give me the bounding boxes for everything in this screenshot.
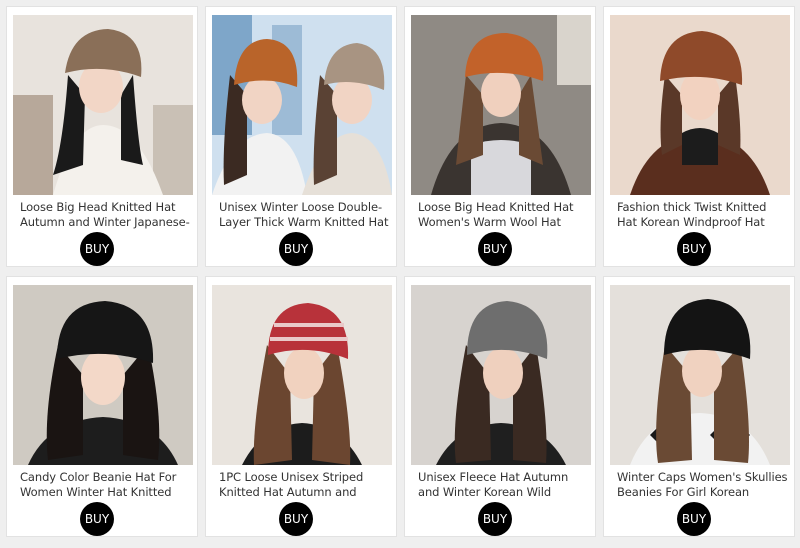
product-image[interactable] <box>212 285 392 465</box>
buy-button[interactable]: BUY <box>80 502 114 536</box>
product-title[interactable]: Candy Color Beanie Hat For Women Winter … <box>20 470 192 500</box>
buy-button[interactable]: BUY <box>478 502 512 536</box>
product-title[interactable]: Unisex Winter Loose Double-Layer Thick W… <box>219 200 391 230</box>
product-title[interactable]: 1PC Loose Unisex Striped Knitted Hat Aut… <box>219 470 391 500</box>
product-card[interactable]: 1PC Loose Unisex Striped Knitted Hat Aut… <box>205 276 397 537</box>
buy-button[interactable]: BUY <box>478 232 512 266</box>
product-card[interactable]: Winter Caps Women's Skullies Beanies For… <box>603 276 795 537</box>
buy-button[interactable]: BUY <box>279 232 313 266</box>
product-image[interactable] <box>610 285 790 465</box>
product-card[interactable]: Unisex Winter Loose Double-Layer Thick W… <box>205 6 397 267</box>
product-image[interactable] <box>411 285 591 465</box>
buy-button[interactable]: BUY <box>677 502 711 536</box>
product-image[interactable] <box>411 15 591 195</box>
product-grid: Loose Big Head Knitted Hat Autumn and Wi… <box>0 0 800 548</box>
product-image[interactable] <box>610 15 790 195</box>
product-image[interactable] <box>13 15 193 195</box>
product-title[interactable]: Unisex Fleece Hat Autumn and Winter Kore… <box>418 470 590 500</box>
product-card[interactable]: Loose Big Head Knitted Hat Autumn and Wi… <box>6 6 198 267</box>
product-image[interactable] <box>13 285 193 465</box>
product-card[interactable]: Unisex Fleece Hat Autumn and Winter Kore… <box>404 276 596 537</box>
buy-button[interactable]: BUY <box>279 502 313 536</box>
product-title[interactable]: Loose Big Head Knitted Hat Autumn and Wi… <box>20 200 192 230</box>
product-card[interactable]: Candy Color Beanie Hat For Women Winter … <box>6 276 198 537</box>
product-title[interactable]: Loose Big Head Knitted Hat Women's Warm … <box>418 200 590 230</box>
buy-button[interactable]: BUY <box>80 232 114 266</box>
product-card[interactable]: Loose Big Head Knitted Hat Women's Warm … <box>404 6 596 267</box>
product-card[interactable]: Fashion thick Twist Knitted Hat Korean W… <box>603 6 795 267</box>
product-title[interactable]: Fashion thick Twist Knitted Hat Korean W… <box>617 200 789 230</box>
buy-button[interactable]: BUY <box>677 232 711 266</box>
product-title[interactable]: Winter Caps Women's Skullies Beanies For… <box>617 470 789 500</box>
product-image[interactable] <box>212 15 392 195</box>
